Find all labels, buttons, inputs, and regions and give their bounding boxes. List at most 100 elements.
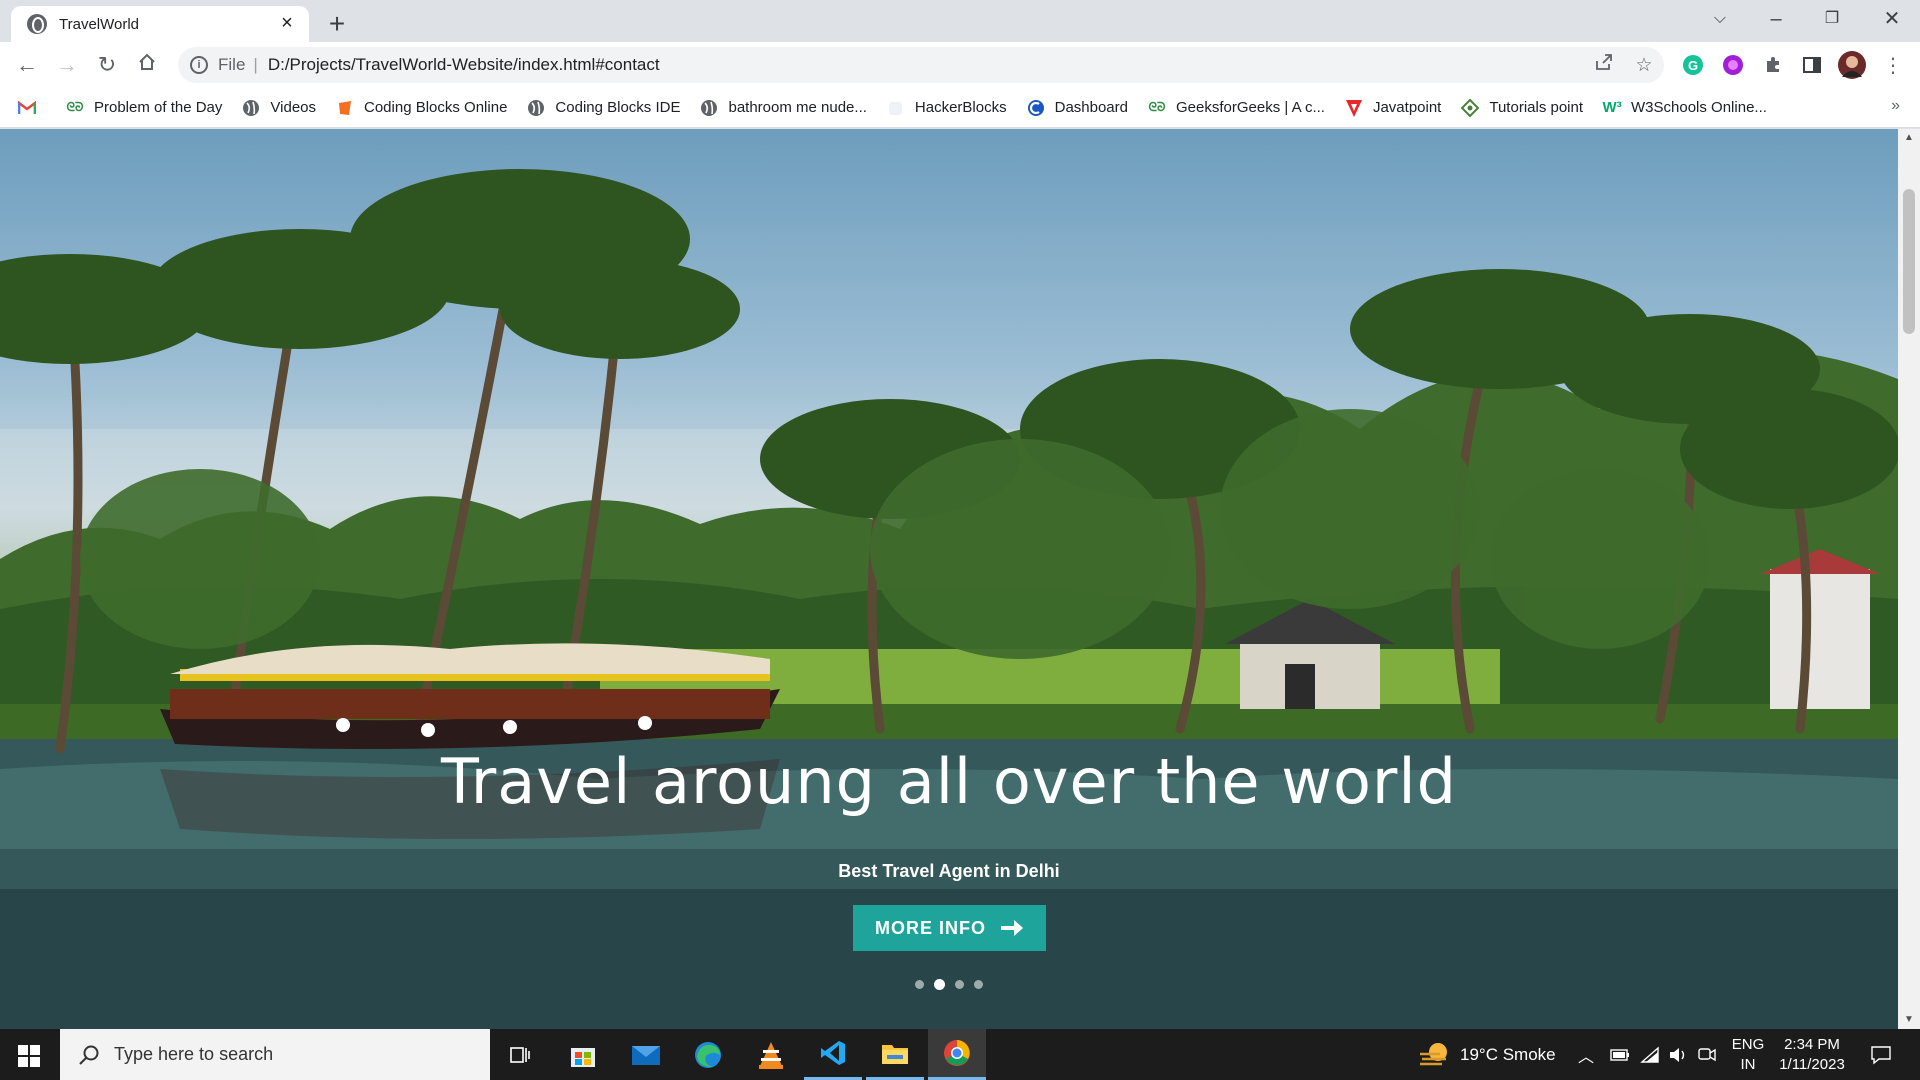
new-tab-button[interactable]: +	[320, 8, 354, 42]
forward-button[interactable]: →	[50, 48, 84, 82]
browser-toolbar: ← → ↻ i File | D:/Projects/TravelWorld-W…	[0, 42, 1920, 88]
tab-search-chevron-icon[interactable]: ⌵	[1692, 0, 1748, 40]
battery-icon[interactable]	[1610, 1029, 1630, 1080]
clock-date: 1/11/2023	[1779, 1056, 1845, 1073]
bookmark-gmail[interactable]	[18, 99, 46, 117]
bookmark-hackerblocks[interactable]: HackerBlocks	[887, 99, 1007, 117]
grammarly-extension-icon[interactable]: G	[1678, 50, 1708, 80]
meet-now-icon[interactable]	[1697, 1029, 1717, 1080]
weather-haze-icon	[1420, 1042, 1447, 1065]
bookmark-coding-blocks-ide[interactable]: Coding Blocks IDE	[527, 99, 680, 117]
bookmark-label: HackerBlocks	[914, 99, 1007, 116]
slider-dot-3[interactable]	[955, 980, 964, 989]
vscode-icon[interactable]	[804, 1029, 862, 1080]
bookmark-label: W3Schools Online...	[1631, 99, 1767, 116]
globe-icon	[27, 14, 47, 34]
system-clock[interactable]: 2:34 PM 1/11/2023	[1762, 1035, 1862, 1075]
hackerblocks-icon	[887, 99, 905, 117]
bookmark-coding-blocks-online[interactable]: Coding Blocks Online	[336, 99, 507, 117]
notifications-icon[interactable]	[1870, 1029, 1892, 1080]
url-text[interactable]: D:/Projects/TravelWorld-Website/index.ht…	[268, 55, 1584, 75]
bookmark-label: bathroom me nude...	[728, 99, 867, 116]
browser-tab[interactable]: TravelWorld ×	[11, 6, 309, 42]
w3schools-icon: W³	[1602, 99, 1622, 116]
bookmark-tutorialspoint[interactable]: Tutorials point	[1461, 98, 1584, 117]
search-icon	[79, 1045, 99, 1065]
bookmark-dashboard[interactable]: Dashboard	[1027, 99, 1128, 117]
restore-button[interactable]: ❐	[1804, 0, 1860, 40]
scrollbar-thumb[interactable]	[1903, 189, 1915, 334]
scroll-down-arrow-icon[interactable]: ▼	[1898, 1011, 1920, 1029]
clock-time: 2:34 PM	[1784, 1036, 1840, 1053]
url-scheme: File	[218, 55, 246, 74]
dashboard-icon	[1027, 99, 1045, 117]
bookmark-javatpoint[interactable]: Javatpoint	[1345, 99, 1441, 117]
bookmark-star-icon[interactable]: ☆	[1624, 54, 1664, 77]
vlc-player-icon[interactable]	[742, 1029, 800, 1080]
page-scrollbar[interactable]: ▲ ▼	[1898, 129, 1920, 1029]
weather-text: 19°C Smoke	[1460, 1044, 1556, 1064]
home-button[interactable]	[130, 48, 164, 82]
bookmark-videos[interactable]: Videos	[242, 99, 316, 117]
globe-icon	[527, 99, 545, 117]
windows-taskbar: Type here to search 19°C Smoke ︿ ENG IN …	[0, 1029, 1920, 1080]
scroll-up-arrow-icon[interactable]: ▲	[1898, 129, 1920, 147]
address-bar[interactable]: i File | D:/Projects/TravelWorld-Website…	[178, 47, 1664, 83]
show-hidden-icons-chevron-icon[interactable]: ︿	[1578, 1029, 1594, 1080]
reload-button[interactable]: ↻	[90, 48, 124, 82]
bookmark-label: Tutorials point	[1489, 99, 1584, 116]
bookmark-label: Javatpoint	[1372, 99, 1442, 116]
info-icon[interactable]: i	[190, 56, 208, 74]
side-panel-icon[interactable]	[1797, 50, 1827, 80]
minimize-button[interactable]: –	[1748, 0, 1804, 40]
hero-title: Travel aroung all over the world	[440, 745, 1457, 818]
mail-icon[interactable]	[617, 1029, 675, 1080]
task-view-icon[interactable]	[491, 1029, 549, 1080]
extensions-puzzle-icon[interactable]	[1758, 50, 1788, 80]
more-info-label: MORE INFO	[875, 917, 986, 938]
more-info-button[interactable]: MORE INFO	[853, 905, 1046, 951]
tab-title: TravelWorld	[59, 15, 140, 33]
wifi-icon[interactable]	[1640, 1029, 1660, 1080]
arrow-right-icon	[1001, 920, 1023, 936]
bookmark-label: Coding Blocks Online	[364, 99, 508, 116]
bookmark-label: GeeksforGeeks | A c...	[1176, 99, 1325, 116]
geeksforgeeks-icon: ᘓᘐ	[66, 100, 84, 114]
slider-dot-1[interactable]	[915, 980, 924, 989]
color-extension-icon[interactable]	[1718, 50, 1748, 80]
share-icon[interactable]	[1584, 52, 1624, 78]
close-tab-icon[interactable]: ×	[277, 13, 297, 34]
taskbar-search-box[interactable]: Type here to search	[60, 1029, 490, 1080]
back-button[interactable]: ←	[10, 48, 44, 82]
profile-avatar[interactable]	[1837, 50, 1867, 80]
bookmarks-bar: ᘓᘐ Problem of the Day Videos Coding Bloc…	[0, 88, 1920, 128]
bookmark-bathroom[interactable]: bathroom me nude...	[700, 99, 867, 117]
slider-dot-4[interactable]	[974, 980, 983, 989]
volume-icon[interactable]	[1668, 1029, 1688, 1080]
bookmark-geeksforgeeks[interactable]: ᘓᘐ GeeksforGeeks | A c...	[1148, 99, 1325, 117]
bookmark-label: Coding Blocks IDE	[555, 99, 681, 116]
slider-dot-2[interactable]	[934, 979, 945, 990]
weather-widget[interactable]: 19°C Smoke	[1418, 1029, 1556, 1080]
globe-icon	[242, 99, 260, 117]
geeksforgeeks-icon: ᘓᘐ	[1148, 100, 1166, 114]
chrome-browser-icon[interactable]	[928, 1029, 986, 1080]
browser-menu-icon[interactable]: ⋮	[1878, 50, 1908, 80]
bookmark-problem-of-the-day[interactable]: ᘓᘐ Problem of the Day	[66, 99, 223, 117]
file-explorer-icon[interactable]	[866, 1029, 924, 1080]
url-separator: |	[253, 55, 258, 74]
bookmark-label: Problem of the Day	[94, 99, 223, 116]
bookmark-label: Dashboard	[1054, 99, 1128, 116]
microsoft-store-icon[interactable]	[554, 1029, 612, 1080]
bookmark-w3schools[interactable]: W³ W3Schools Online...	[1602, 99, 1767, 117]
hero-subtitle: Best Travel Agent in Delhi	[838, 861, 1060, 881]
tab-strip: TravelWorld × + ⌵ – ❐ ✕	[0, 0, 1920, 42]
close-window-button[interactable]: ✕	[1864, 0, 1920, 40]
windows-start-icon[interactable]	[18, 1045, 40, 1067]
more-bookmarks-chevron-icon[interactable]: »	[1891, 97, 1900, 115]
page-viewport: Travel aroung all over the world Best Tr…	[0, 129, 1898, 1029]
slider-dots	[915, 979, 983, 990]
coding-blocks-icon	[336, 99, 354, 117]
edge-browser-icon[interactable]	[679, 1029, 737, 1080]
javatpoint-icon	[1345, 99, 1363, 117]
